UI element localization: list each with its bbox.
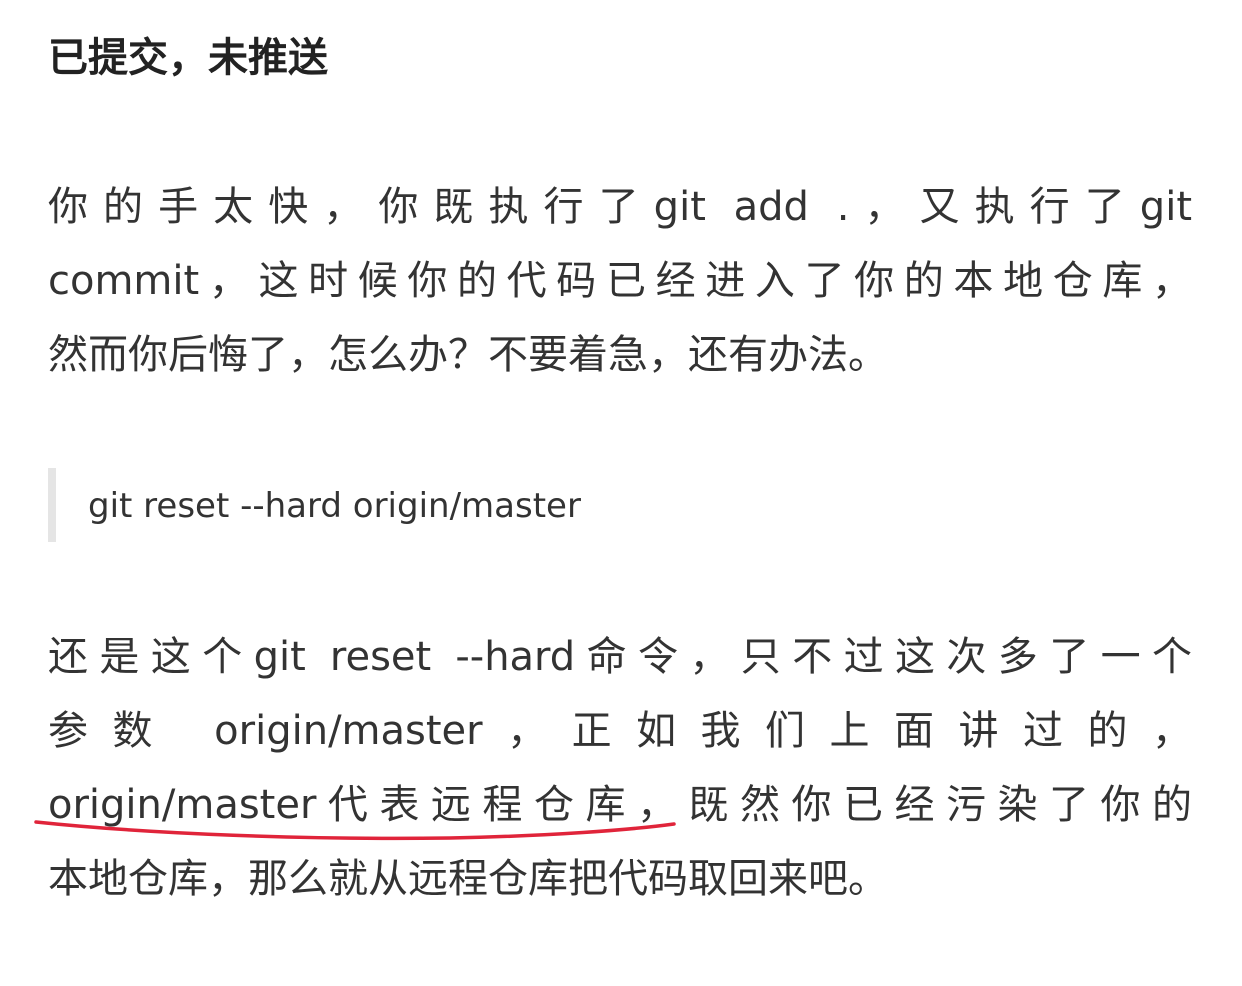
section-heading: 已提交，未推送 [48, 35, 328, 81]
paragraph-2-line-1: 还是这个git reset --hard命令，只不过这次多了一个 [48, 634, 1192, 680]
paragraph-1-line-3: 然而你后悔了，怎么办？不要着急，还有办法。 [48, 332, 888, 378]
blockquote-command: git reset --hard origin/master [88, 486, 581, 526]
paragraph-1-line-1: 你的手太快，你既执行了git add .，又执行了git [48, 184, 1192, 230]
paragraph-2-line-4: 本地仓库，那么就从远程仓库把代码取回来吧。 [48, 856, 888, 902]
paragraph-1-line-2: commit，这时候你的代码已经进入了你的本地仓库， [48, 258, 1192, 304]
paragraph-1: 你的手太快，你既执行了git add .，又执行了git commit，这时候你… [48, 170, 1192, 392]
paragraph-2: 还是这个git reset --hard命令，只不过这次多了一个 参数 orig… [48, 620, 1192, 916]
handdrawn-underline-annotation [34, 820, 676, 841]
paragraph-2-line-2: 参数 origin/master，正如我们上面讲过的， [48, 708, 1192, 754]
blockquote: git reset --hard origin/master [48, 468, 1192, 542]
underline-stroke [34, 820, 676, 841]
